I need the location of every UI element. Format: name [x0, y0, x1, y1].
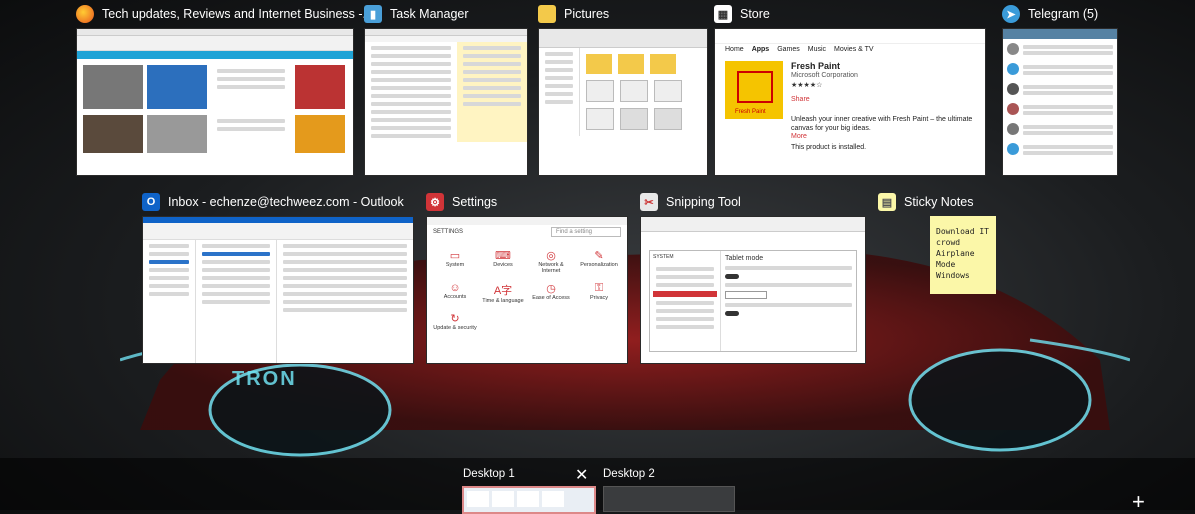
settings-item-accounts[interactable]: ☺ Accounts [433, 282, 477, 304]
window-title: Tech updates, Reviews and Internet Busin… [102, 7, 373, 21]
clock-icon: ◷ [546, 283, 556, 295]
window-title: Snipping Tool [666, 195, 741, 209]
desktop-1-close-button[interactable]: ✕ [575, 465, 588, 485]
store-share-link[interactable]: Share [791, 95, 858, 105]
store-icon: ▦ [714, 5, 732, 23]
window-title: Task Manager [390, 7, 469, 21]
settings-item-time[interactable]: A字 Time & language [481, 282, 525, 304]
outlook-icon: O [142, 193, 160, 211]
store-installed-text: This product is installed. [791, 144, 867, 151]
settings-icon: ⚙ [426, 193, 444, 211]
refresh-icon: ↻ [450, 313, 460, 325]
new-desktop-button[interactable]: + [1132, 491, 1145, 513]
desktop-2-thumbnail[interactable] [603, 486, 735, 512]
folder-icon [538, 5, 556, 23]
settings-grid: ▭ System ⌨ Devices ◎ Network & Internet ✎ Pe… [427, 239, 627, 341]
store-tabs: Home Apps Games Music Movies & TV [715, 44, 985, 55]
window-title: Inbox - echenze@techweez.com - Outlook [168, 195, 404, 209]
language-icon: A字 [493, 285, 513, 297]
telegram-icon: ➤ [1002, 5, 1020, 23]
store-app-name: Fresh Paint [791, 61, 841, 71]
person-icon: ☺ [449, 282, 461, 294]
window-title: Sticky Notes [904, 195, 974, 209]
settings-search-input[interactable]: Find a setting [551, 227, 621, 237]
window-sticky-notes[interactable]: ▤ Sticky Notes Download IT crowd Airplan… [878, 188, 998, 364]
window-task-manager[interactable]: ▮ Task Manager [364, 0, 528, 176]
task-manager-icon: ▮ [364, 5, 382, 23]
wallpaper-logo: TRON [232, 368, 297, 390]
window-thumbnail[interactable]: SYSTEM Tablet mode [640, 216, 866, 364]
settings-item-personalization[interactable]: ✎ Personalization [577, 249, 621, 274]
settings-item-ease[interactable]: ◷ Ease of Access [529, 282, 573, 304]
settings-header: SETTINGS [433, 229, 464, 235]
store-more-link[interactable]: More [715, 133, 985, 140]
settings-item-devices[interactable]: ⌨ Devices [481, 249, 525, 274]
firefox-icon [76, 5, 94, 23]
window-thumbnail[interactable] [76, 28, 354, 176]
sticky-notes-icon: ▤ [878, 193, 896, 211]
store-tab-apps[interactable]: Apps [752, 46, 770, 53]
store-tab-music[interactable]: Music [808, 46, 826, 53]
fresh-paint-logo: Fresh Paint [725, 61, 783, 119]
store-tab-games[interactable]: Games [777, 46, 800, 53]
laptop-icon: ▭ [449, 250, 461, 262]
settings-item-system[interactable]: ▭ System [433, 249, 477, 274]
sticky-note-thumbnail[interactable]: Download IT crowd Airplane Mode Windows [930, 216, 996, 294]
store-tab-home[interactable]: Home [725, 46, 744, 53]
globe-icon: ◎ [546, 250, 556, 262]
settings-item-privacy[interactable]: ⚿ Privacy [577, 282, 621, 304]
window-thumbnail[interactable] [142, 216, 414, 364]
virtual-desktops-bar [0, 458, 1195, 510]
window-store[interactable]: ▦ Store Home Apps Games Music Movies & T… [714, 0, 986, 176]
settings-item-update[interactable]: ↻ Update & security [433, 312, 477, 331]
window-thumbnail[interactable] [1002, 28, 1118, 176]
snipping-tool-icon: ✂ [640, 193, 658, 211]
window-pictures[interactable]: Pictures [538, 0, 708, 176]
store-publisher: Microsoft Corporation [791, 72, 858, 79]
snip-page-title: Tablet mode [725, 255, 764, 262]
sticky-note-text: Download IT crowd Airplane Mode Windows [936, 227, 989, 280]
window-title: Store [740, 7, 770, 21]
window-telegram[interactable]: ➤ Telegram (5) [1002, 0, 1118, 176]
keyboard-icon: ⌨ [495, 250, 511, 262]
store-tab-movies[interactable]: Movies & TV [834, 46, 874, 53]
window-title: Telegram (5) [1028, 7, 1099, 21]
window-thumbnail[interactable]: Home Apps Games Music Movies & TV Fresh … [714, 28, 986, 176]
window-title: Settings [452, 195, 498, 209]
rating-stars: ★★★★☆ [791, 82, 823, 89]
desktop-2-label[interactable]: Desktop 2 [603, 468, 655, 480]
snip-system-header: SYSTEM [653, 254, 674, 260]
window-settings[interactable]: ⚙ Settings SETTINGS Find a setting ▭ Syst… [426, 188, 628, 364]
lock-icon: ⚿ [594, 282, 604, 294]
window-title: Pictures [564, 7, 610, 21]
window-thumbnail[interactable]: SETTINGS Find a setting ▭ System ⌨ Devices… [426, 216, 628, 364]
window-thumbnail[interactable] [364, 28, 528, 176]
window-firefox[interactable]: Tech updates, Reviews and Internet Busin… [76, 0, 373, 176]
window-outlook[interactable]: O Inbox - echenze@techweez.com - Outlook [142, 188, 414, 364]
desktop-1-label[interactable]: Desktop 1 [463, 468, 515, 480]
paint-icon: ✎ [594, 250, 604, 262]
window-thumbnail[interactable] [538, 28, 708, 176]
settings-item-network[interactable]: ◎ Network & Internet [529, 249, 573, 274]
window-snipping-tool[interactable]: ✂ Snipping Tool SYSTEM Tablet mode [640, 188, 866, 364]
